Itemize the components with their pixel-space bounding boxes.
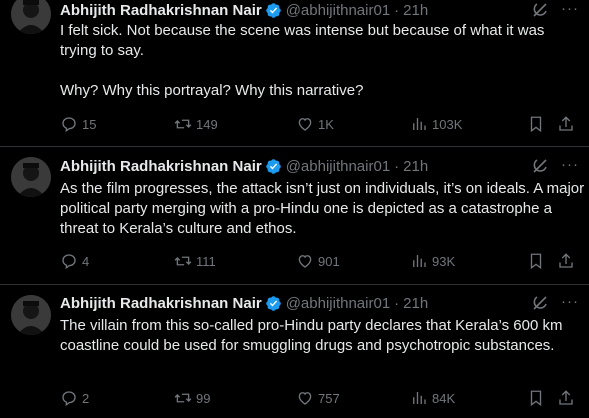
tweet-paragraph: The villain from this so-called pro-Hind…: [60, 317, 563, 354]
views-icon: [413, 118, 426, 130]
share-icon: [559, 253, 573, 268]
tweet-actions: 2 99 757 84K: [60, 388, 585, 408]
author-handle[interactable]: @abhijithnair01: [286, 158, 390, 175]
avatar[interactable]: [11, 295, 51, 335]
verified-badge-icon: [265, 158, 282, 175]
repost-icon: [174, 119, 192, 129]
more-icon[interactable]: ···: [560, 0, 580, 19]
repost-button[interactable]: 111: [174, 251, 216, 271]
reply-icon: [62, 391, 76, 407]
reply-icon: [62, 254, 76, 270]
share-icon: [559, 390, 573, 405]
author-name[interactable]: Abhijith Radhakrishnan Nair: [60, 295, 262, 312]
author-name[interactable]: Abhijith Radhakrishnan Nair: [60, 2, 262, 19]
author-handle[interactable]: @abhijithnair01: [286, 2, 390, 19]
bookmark-icon: [530, 253, 542, 270]
views-button[interactable]: 93K: [410, 251, 455, 271]
more-icon[interactable]: ···: [560, 292, 580, 312]
share-icon: [559, 116, 573, 131]
bookmark-icon: [530, 116, 542, 133]
share-button[interactable]: [557, 388, 575, 408]
timestamp[interactable]: 21h: [403, 2, 428, 19]
repost-icon: [174, 256, 192, 266]
repost-count: 99: [196, 390, 211, 406]
bookmark-button[interactable]: [527, 114, 545, 134]
tweet-paragraph: I felt sick. Not because the scene was i…: [60, 22, 545, 59]
views-icon: [413, 392, 426, 404]
separator-dot: ·: [394, 1, 400, 19]
reply-count: 4: [82, 253, 90, 269]
bookmark-button[interactable]: [527, 251, 545, 271]
tweet-text: As the film progresses, the attack isn’t…: [60, 179, 585, 239]
like-button[interactable]: 1K: [296, 114, 334, 134]
repost-count: 149: [196, 116, 218, 132]
views-icon: [413, 255, 426, 267]
like-icon: [298, 118, 312, 131]
timestamp[interactable]: 21h: [403, 158, 428, 175]
separator-dot: ·: [394, 294, 400, 312]
more-icon[interactable]: ···: [560, 155, 580, 175]
verified-badge-icon: [265, 2, 282, 19]
author-handle[interactable]: @abhijithnair01: [286, 295, 390, 312]
reply-count: 15: [82, 116, 97, 132]
tweet[interactable]: Abhijith Radhakrishnan Nair @abhijithnai…: [0, 285, 589, 418]
avatar[interactable]: [11, 157, 51, 197]
like-icon: [298, 392, 312, 405]
like-count: 901: [318, 253, 340, 269]
author-name[interactable]: Abhijith Radhakrishnan Nair: [60, 158, 262, 175]
reply-button[interactable]: 4: [60, 251, 89, 271]
views-count: 103K: [432, 116, 463, 132]
bookmark-button[interactable]: [527, 388, 545, 408]
tweet-text: I felt sick. Not because the scene was i…: [60, 21, 585, 101]
separator-dot: ·: [394, 157, 400, 175]
repost-icon: [174, 393, 192, 403]
tweet[interactable]: Abhijith Radhakrishnan Nair @abhijithnai…: [0, 0, 589, 146]
reply-button[interactable]: 15: [60, 114, 96, 134]
grok-icon[interactable]: [530, 293, 550, 313]
reply-button[interactable]: 2: [60, 388, 89, 408]
views-count: 93K: [432, 253, 456, 269]
repost-button[interactable]: 149: [174, 114, 218, 134]
tweet[interactable]: Abhijith Radhakrishnan Nair @abhijithnai…: [0, 147, 589, 286]
avatar[interactable]: [11, 0, 51, 34]
like-icon: [298, 255, 312, 268]
verified-badge-icon: [265, 295, 282, 312]
share-button[interactable]: [557, 114, 575, 134]
tweet-paragraph: As the film progresses, the attack isn’t…: [60, 180, 585, 237]
reply-count: 2: [82, 390, 90, 406]
like-count: 1K: [318, 116, 334, 132]
timestamp[interactable]: 21h: [403, 295, 428, 312]
views-count: 84K: [432, 390, 456, 406]
tweet-paragraph: Why? Why this portrayal? Why this narrat…: [60, 82, 364, 99]
repost-count: 111: [196, 253, 216, 269]
tweet-actions: 15 149 1K 103K: [60, 114, 585, 134]
grok-icon[interactable]: [530, 156, 550, 176]
like-count: 757: [318, 390, 340, 406]
tweet-text: The villain from this so-called pro-Hind…: [60, 316, 585, 356]
tweet-actions: 4 111 901 93K: [60, 251, 585, 271]
views-button[interactable]: 103K: [410, 114, 462, 134]
repost-button[interactable]: 99: [174, 388, 210, 408]
like-button[interactable]: 901: [296, 251, 340, 271]
views-button[interactable]: 84K: [410, 388, 455, 408]
grok-icon[interactable]: [530, 0, 550, 20]
like-button[interactable]: 757: [296, 388, 340, 408]
reply-icon: [62, 117, 76, 133]
share-button[interactable]: [557, 251, 575, 271]
bookmark-icon: [530, 390, 542, 407]
